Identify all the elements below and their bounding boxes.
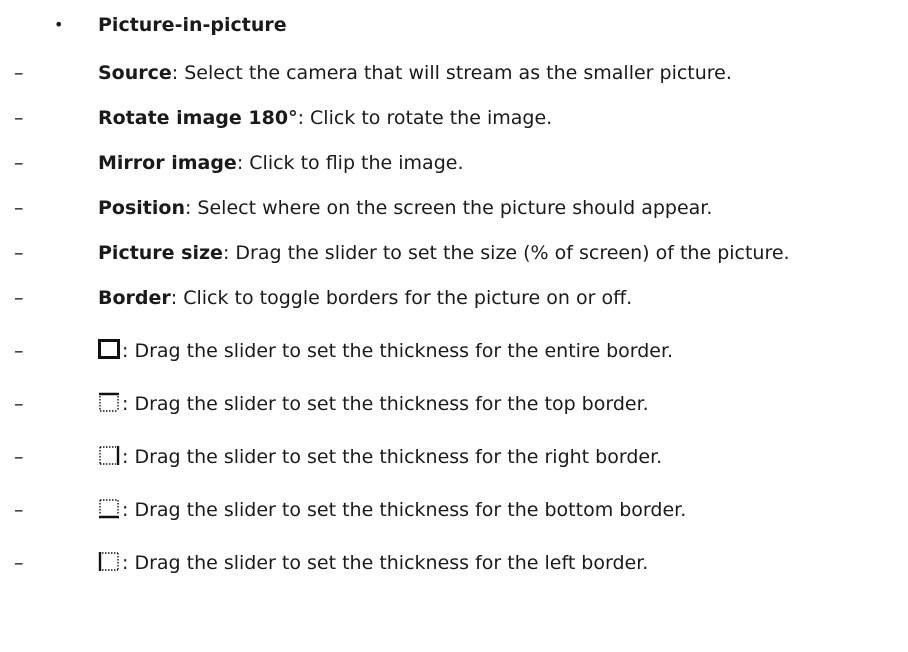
- list-item-border-top: – : Drag the slider to set the thickness…: [0, 381, 908, 427]
- list-item-border-all: – : Drag the slider to set the thickness…: [0, 328, 908, 374]
- dash: –: [14, 340, 24, 362]
- item-term: Mirror image: [98, 152, 237, 174]
- item-description: : Click to rotate the image.: [297, 107, 553, 129]
- border-top-icon: [98, 391, 122, 413]
- dash: –: [14, 242, 24, 264]
- item-text: Source: Select the camera that will stre…: [98, 62, 732, 84]
- item-term: Source: [98, 62, 172, 84]
- section-heading-row: • Picture-in-picture: [0, 5, 908, 45]
- dash: –: [14, 62, 24, 84]
- dash: –: [14, 197, 24, 219]
- border-bottom-icon: [98, 497, 122, 519]
- item-text: Mirror image: Click to flip the image.: [98, 152, 463, 174]
- item-description: : Drag the slider to set the thickness f…: [122, 499, 687, 521]
- border-right-icon: [98, 444, 122, 466]
- item-description: : Select the camera that will stream as …: [171, 62, 732, 84]
- item-description: : Drag the slider to set the thickness f…: [122, 393, 649, 415]
- item-text: : Drag the slider to set the thickness f…: [98, 499, 686, 521]
- item-text: Position: Select where on the screen the…: [98, 197, 712, 219]
- dash: –: [14, 552, 24, 574]
- dash: –: [14, 446, 24, 468]
- border-left-icon: [98, 550, 122, 572]
- item-text: Rotate image 180°: Click to rotate the i…: [98, 107, 552, 129]
- list-item-picture-size: – Picture size: Drag the slider to set t…: [0, 233, 908, 273]
- dash: –: [14, 107, 24, 129]
- item-description: : Drag the slider to set the thickness f…: [122, 552, 649, 574]
- item-text: Picture size: Drag the slider to set the…: [98, 242, 790, 264]
- list-item-rotate: – Rotate image 180°: Click to rotate the…: [0, 98, 908, 138]
- list-item-border: – Border: Click to toggle borders for th…: [0, 278, 908, 318]
- section-heading: Picture-in-picture: [98, 14, 287, 36]
- item-description: : Drag the slider to set the size (% of …: [222, 242, 790, 264]
- item-description: : Click to toggle borders for the pictur…: [170, 287, 633, 309]
- item-text: Border: Click to toggle borders for the …: [98, 287, 632, 309]
- item-term: Picture size: [98, 242, 223, 264]
- bullet: •: [54, 15, 64, 34]
- list-item-mirror: – Mirror image: Click to flip the image.: [0, 143, 908, 183]
- dash: –: [14, 152, 24, 174]
- item-text: : Drag the slider to set the thickness f…: [98, 338, 674, 362]
- item-description: : Click to flip the image.: [236, 152, 464, 174]
- list-item-source: – Source: Select the camera that will st…: [0, 53, 908, 93]
- dash: –: [14, 499, 24, 521]
- item-term: Position: [98, 197, 185, 219]
- item-term: Border: [98, 287, 171, 309]
- dash: –: [14, 393, 24, 415]
- item-term: Rotate image 180°: [98, 107, 298, 129]
- list-item-border-right: – : Drag the slider to set the thickness…: [0, 434, 908, 480]
- dash: –: [14, 287, 24, 309]
- list-item-border-left: – : Drag the slider to set the thickness…: [0, 540, 908, 586]
- border-all-icon: [98, 338, 122, 360]
- item-text: : Drag the slider to set the thickness f…: [98, 446, 662, 468]
- item-text: : Drag the slider to set the thickness f…: [98, 391, 649, 415]
- item-description: : Drag the slider to set the thickness f…: [122, 340, 674, 362]
- list-item-border-bottom: – : Drag the slider to set the thickness…: [0, 487, 908, 533]
- item-text: : Drag the slider to set the thickness f…: [98, 552, 648, 574]
- item-description: : Drag the slider to set the thickness f…: [122, 446, 663, 468]
- document-page: • Picture-in-picture – Source: Select th…: [0, 0, 908, 652]
- item-description: : Select where on the screen the picture…: [184, 197, 713, 219]
- list-item-position: – Position: Select where on the screen t…: [0, 188, 908, 228]
